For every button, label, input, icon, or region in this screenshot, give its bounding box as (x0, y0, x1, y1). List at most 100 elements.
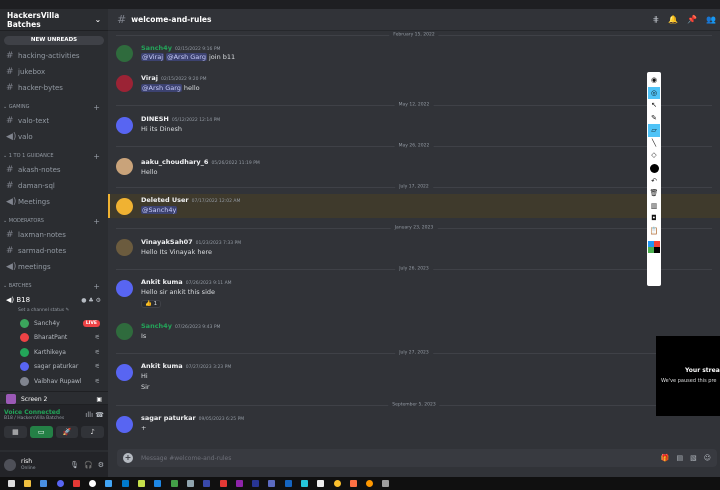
server-header[interactable]: HackersVilla Batches ⌄ (0, 9, 108, 31)
line-icon[interactable]: ╲ (648, 137, 660, 150)
add-channel-icon[interactable]: + (93, 217, 100, 226)
discord-avatar-icon[interactable] (116, 117, 133, 134)
app-icon[interactable] (133, 477, 149, 490)
discord-avatar-icon[interactable] (116, 364, 133, 381)
app-icon[interactable] (345, 477, 361, 490)
channel-meetings[interactable]: ◀︎) Meetings (0, 194, 108, 210)
message-input[interactable]: Message #welcome-and-rules (141, 455, 654, 462)
app-icon[interactable] (36, 477, 52, 490)
app-icon[interactable] (296, 477, 312, 490)
add-attachment-icon[interactable]: + (123, 453, 133, 463)
mention[interactable]: @Arsh Garg (166, 53, 207, 61)
author-name[interactable]: aaku_choudhary_6 (141, 158, 208, 166)
author-name[interactable]: Ankit kuma (141, 278, 183, 286)
category-batches[interactable]: ⌄ BATCHES + (0, 280, 108, 292)
app-icon[interactable] (166, 477, 182, 490)
voice-user[interactable]: BharatPant ⚟ (0, 331, 108, 346)
category-moderators[interactable]: ⌄ MODERATORS + (0, 215, 108, 227)
message-reaction[interactable]: 👍 1 (141, 299, 162, 308)
app-icon[interactable] (52, 477, 68, 490)
app-icon[interactable] (117, 477, 133, 490)
channel-hacking-activities[interactable]: # hacking-activities (0, 48, 108, 64)
channel-valo[interactable]: ◀︎) valo (0, 129, 108, 145)
avatar[interactable] (116, 75, 133, 92)
start-icon[interactable] (3, 477, 19, 490)
add-channel-icon[interactable]: + (93, 282, 100, 291)
channel-sarmad-notes[interactable]: # sarmad-notes (0, 243, 108, 259)
color-palette[interactable] (648, 241, 660, 253)
app-icon[interactable] (101, 477, 117, 490)
headphones-icon[interactable]: 🎧 (84, 461, 93, 469)
activity-button[interactable]: 🚀 (55, 426, 79, 438)
app-icon[interactable] (182, 477, 198, 490)
author-name[interactable]: Sanch4y (141, 322, 172, 330)
app-icon[interactable] (231, 477, 247, 490)
cursor-icon[interactable]: ↖ (648, 99, 660, 112)
dot-icon[interactable] (649, 163, 659, 173)
emoji-icon[interactable]: ☺ (704, 454, 711, 462)
gear-icon[interactable]: ⚙ (98, 461, 104, 469)
channel-hacker-bytes[interactable]: # hacker-bytes (0, 80, 108, 96)
discord-avatar-icon[interactable] (116, 198, 133, 215)
voice-user[interactable]: Karthikeya ⚟ (0, 345, 108, 360)
avatar[interactable] (116, 158, 133, 175)
author-name[interactable]: Sanch4y (141, 44, 172, 52)
author-name[interactable]: sagar paturkar (141, 414, 196, 422)
app-icon[interactable] (264, 477, 280, 490)
voice-connected-label[interactable]: Voice Connected (4, 409, 64, 416)
pin-icon[interactable]: 📌 (687, 15, 697, 24)
app-icon[interactable] (199, 477, 215, 490)
eye-icon[interactable]: ◎ (648, 86, 660, 99)
mention[interactable]: @Arsh Garg (141, 84, 182, 92)
channel-daman-sql[interactable]: # daman-sql (0, 178, 108, 194)
voice-user[interactable]: sagar paturkar ⚟ (0, 360, 108, 375)
soundboard-button[interactable]: ♪ (81, 426, 104, 438)
author-name[interactable]: DINESH (141, 115, 169, 123)
voice-user[interactable]: Sanch4y LIVE (0, 316, 108, 331)
avatar[interactable] (116, 323, 133, 340)
pen-logo-icon[interactable]: ◉ (648, 74, 660, 87)
marker-icon[interactable]: ✎ (648, 112, 660, 125)
add-channel-icon[interactable]: + (93, 103, 100, 112)
category-gaming[interactable]: ⌄ GAMING + (0, 101, 108, 113)
sticker-icon[interactable]: ▧ (690, 454, 697, 462)
new-unreads-pill[interactable]: NEW UNREADS (4, 36, 104, 45)
chrome-icon[interactable] (329, 477, 345, 490)
add-channel-icon[interactable]: + (93, 152, 100, 161)
board-icon[interactable]: ▥ (648, 200, 660, 213)
message-composer[interactable]: + Message #welcome-and-rules 🎁 ▤ ▧ ☺ (117, 449, 717, 467)
undo-icon[interactable]: ↶ (648, 175, 660, 188)
app-icon[interactable] (247, 477, 263, 490)
discord-avatar-icon[interactable] (116, 416, 133, 433)
channel-laxman-notes[interactable]: # laxman-notes (0, 227, 108, 243)
app-icon[interactable] (280, 477, 296, 490)
firefox-icon[interactable] (362, 477, 378, 490)
voice-channel-actions-icon[interactable]: ● ♣ ⚙ (81, 297, 101, 304)
author-name[interactable]: Ankit kuma (141, 362, 183, 370)
camera-button[interactable]: ▦ (4, 426, 27, 438)
avatar[interactable] (116, 239, 133, 256)
app-icon[interactable] (84, 477, 100, 490)
author-name[interactable]: Deleted User (141, 196, 189, 204)
app-icon[interactable] (313, 477, 329, 490)
channel-jukebox[interactable]: # jukebox (0, 64, 108, 80)
app-icon[interactable] (150, 477, 166, 490)
username[interactable]: rish (21, 458, 32, 465)
eraser-icon[interactable]: ◇ (648, 149, 660, 162)
share-screen-button[interactable]: ▭ (29, 426, 53, 438)
category-guidance[interactable]: ⌄ 1 TO 1 GUIDANCE + (0, 150, 108, 162)
discord-avatar-icon[interactable] (116, 280, 133, 297)
clipboard-icon[interactable]: 📋 (648, 225, 660, 238)
gif-icon[interactable]: ▤ (676, 454, 683, 462)
author-name[interactable]: VinayakSah07 (141, 238, 193, 246)
author-name[interactable]: Viraj (141, 74, 158, 82)
mention[interactable]: @Sanch4y (141, 206, 178, 214)
channel-status[interactable]: Set a channel status ✎ (0, 308, 108, 316)
highlighter-icon[interactable]: ▱ (648, 124, 660, 137)
app-icon[interactable] (68, 477, 84, 490)
popout-icon[interactable]: ▣ (96, 396, 102, 403)
stream-preview-panel[interactable]: Your strea We've paused this pre (656, 336, 720, 416)
app-icon[interactable] (215, 477, 231, 490)
microphone-icon[interactable]: 🎙 (70, 461, 79, 469)
file-explorer-icon[interactable] (19, 477, 35, 490)
